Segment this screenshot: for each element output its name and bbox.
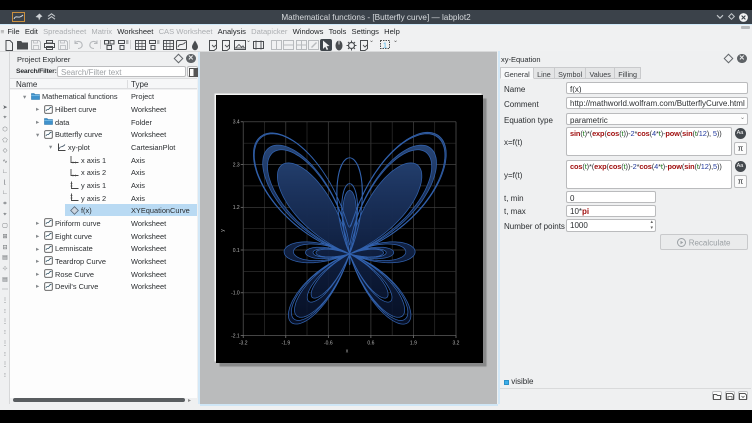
- svg-text:x: x: [346, 348, 349, 354]
- svg-text:-3.2: -3.2: [239, 340, 248, 346]
- svg-text:1.2: 1.2: [233, 205, 240, 211]
- svg-text:-0.6: -0.6: [324, 340, 333, 346]
- svg-text:1: 1: [383, 42, 387, 49]
- svg-text:2.3: 2.3: [233, 162, 240, 168]
- svg-text:-2.1: -2.1: [231, 333, 240, 339]
- svg-text:3.2: 3.2: [453, 340, 460, 346]
- svg-text:1.9: 1.9: [410, 340, 417, 346]
- svg-text:0.6: 0.6: [367, 340, 374, 346]
- svg-text:3.4: 3.4: [233, 119, 240, 125]
- svg-text:-1.9: -1.9: [281, 340, 290, 346]
- svg-text:0.1: 0.1: [233, 247, 240, 253]
- svg-text:-1.0: -1.0: [231, 290, 240, 296]
- svg-text:y: y: [220, 228, 226, 231]
